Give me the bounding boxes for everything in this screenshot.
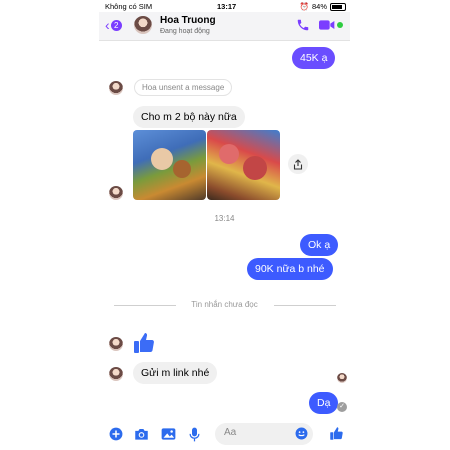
camera-icon[interactable]: [134, 427, 149, 441]
contact-name[interactable]: Hoa Truong: [160, 15, 216, 26]
share-button[interactable]: [288, 154, 308, 174]
status-bar: Không có SIM 13:17 ⏰ 84%: [99, 0, 350, 12]
message-outgoing[interactable]: 90K nữa b nhé: [247, 258, 333, 280]
attached-photo[interactable]: [133, 130, 206, 200]
avatar[interactable]: [109, 367, 123, 381]
divider: [274, 305, 336, 306]
battery-icon: [330, 2, 346, 11]
delivered-check-icon: ✓: [337, 402, 347, 412]
timestamp: 13:14: [214, 214, 235, 223]
microphone-icon[interactable]: [189, 427, 200, 442]
attached-photo[interactable]: [207, 130, 280, 200]
video-camera-icon[interactable]: [319, 19, 335, 31]
message-input-placeholder: Aa: [224, 427, 237, 438]
seen-avatar: [337, 373, 347, 383]
avatar[interactable]: [134, 16, 152, 34]
unsent-notice: Hoa unsent a message: [134, 79, 233, 96]
battery-status: ⏰ 84%: [300, 2, 346, 11]
phone-icon[interactable]: [296, 18, 310, 32]
message-outgoing[interactable]: 45K ạ: [292, 47, 336, 69]
avatar[interactable]: [109, 81, 123, 95]
message-input[interactable]: Aa: [215, 423, 313, 445]
message-incoming[interactable]: Cho m 2 bộ này nữa: [133, 106, 245, 128]
alarm-icon: ⏰: [299, 2, 309, 11]
back-button[interactable]: ‹ 2: [105, 17, 122, 33]
unread-badge: 2: [110, 19, 122, 31]
chevron-left-icon: ‹: [105, 17, 110, 33]
message-outgoing[interactable]: Ok ạ: [300, 234, 339, 256]
composer-bar: Aa: [99, 420, 350, 450]
like-thumb-icon[interactable]: [132, 331, 156, 355]
carrier-label: Không có SIM: [105, 2, 153, 11]
emoji-icon[interactable]: [295, 427, 308, 440]
clock: 13:17: [217, 2, 237, 11]
online-indicator: [337, 22, 343, 28]
battery-percent: 84%: [311, 2, 327, 11]
messenger-screen: Không có SIM 13:17 ⏰ 84% ‹ 2 Hoa Truong …: [99, 0, 350, 450]
image-icon[interactable]: [161, 427, 176, 441]
message-incoming[interactable]: Gửi m link nhé: [133, 362, 218, 384]
avatar[interactable]: [109, 337, 123, 351]
avatar[interactable]: [109, 186, 123, 200]
chat-header: ‹ 2 Hoa Truong Đang hoạt động: [99, 12, 350, 41]
share-icon: [293, 158, 303, 170]
plus-circle-icon[interactable]: [109, 427, 123, 441]
message-outgoing[interactable]: Dạ: [309, 392, 339, 414]
like-thumb-icon[interactable]: [329, 426, 344, 441]
active-status: Đang hoạt động: [160, 28, 210, 35]
